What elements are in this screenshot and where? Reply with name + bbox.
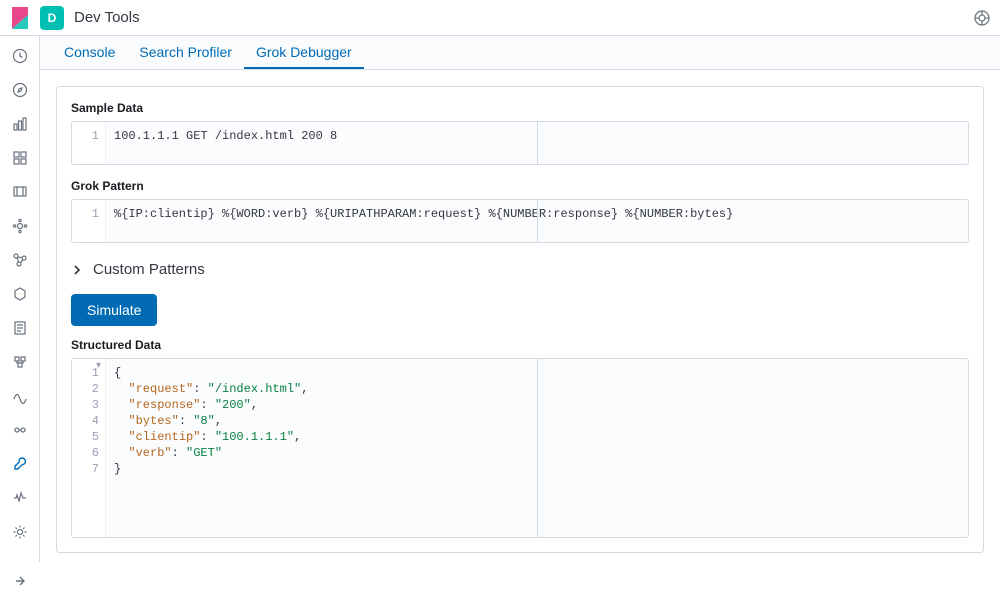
app-title: Dev Tools (74, 9, 140, 26)
panel: Sample Data 1 100.1.1.1 GET /index.html … (56, 86, 984, 553)
gutter: 1234567 (72, 359, 106, 537)
tab-search-profiler[interactable]: Search Profiler (127, 36, 244, 69)
gutter: 1 (72, 200, 106, 242)
monitoring-icon[interactable] (10, 490, 30, 506)
logs-icon[interactable] (10, 320, 30, 336)
app-badge: D (40, 6, 64, 30)
apm-icon[interactable] (10, 388, 30, 404)
chevron-right-icon (71, 263, 85, 277)
tab-console[interactable]: Console (52, 36, 127, 69)
kibana-logo[interactable] (8, 6, 32, 30)
help-icon[interactable] (972, 8, 992, 28)
recent-icon[interactable] (10, 48, 30, 64)
sample-data-content[interactable]: 100.1.1.1 GET /index.html 200 8 (106, 122, 968, 164)
grok-pattern-editor[interactable]: 1 %{IP:clientip} %{WORD:verb} %{URIPATHP… (71, 199, 969, 243)
sample-data-label: Sample Data (71, 101, 969, 115)
infra-icon[interactable] (10, 354, 30, 370)
grok-pattern-label: Grok Pattern (71, 179, 969, 193)
discover-icon[interactable] (10, 82, 30, 98)
canvas-icon[interactable] (10, 150, 30, 166)
tab-grok-debugger[interactable]: Grok Debugger (244, 36, 364, 69)
collapse-nav-icon[interactable] (10, 576, 30, 596)
grok-pattern-content[interactable]: %{IP:clientip} %{WORD:verb} %{URIPATHPAR… (106, 200, 968, 242)
maps-icon[interactable] (10, 184, 30, 200)
side-nav (0, 36, 40, 562)
tabs-bar: Console Search Profiler Grok Debugger (40, 36, 1000, 70)
sample-data-editor[interactable]: 1 100.1.1.1 GET /index.html 200 8 (71, 121, 969, 165)
top-bar: D Dev Tools (0, 0, 1000, 36)
uptime-icon[interactable] (10, 422, 30, 438)
custom-patterns-label: Custom Patterns (93, 261, 205, 278)
ml-icon[interactable] (10, 218, 30, 234)
structured-data-editor[interactable]: 1234567 ▾{ "request": "/index.html", "re… (71, 358, 969, 538)
graph-icon[interactable] (10, 252, 30, 268)
dev-tools-icon[interactable] (10, 456, 30, 472)
management-icon[interactable] (10, 524, 30, 540)
app-search-icon[interactable] (10, 286, 30, 302)
dashboard-icon[interactable] (10, 116, 30, 132)
structured-data-content: ▾{ "request": "/index.html", "response":… (106, 359, 968, 537)
custom-patterns-accordion[interactable]: Custom Patterns (71, 257, 969, 282)
structured-data-label: Structured Data (71, 338, 969, 352)
simulate-button[interactable]: Simulate (71, 294, 157, 326)
gutter: 1 (72, 122, 106, 164)
